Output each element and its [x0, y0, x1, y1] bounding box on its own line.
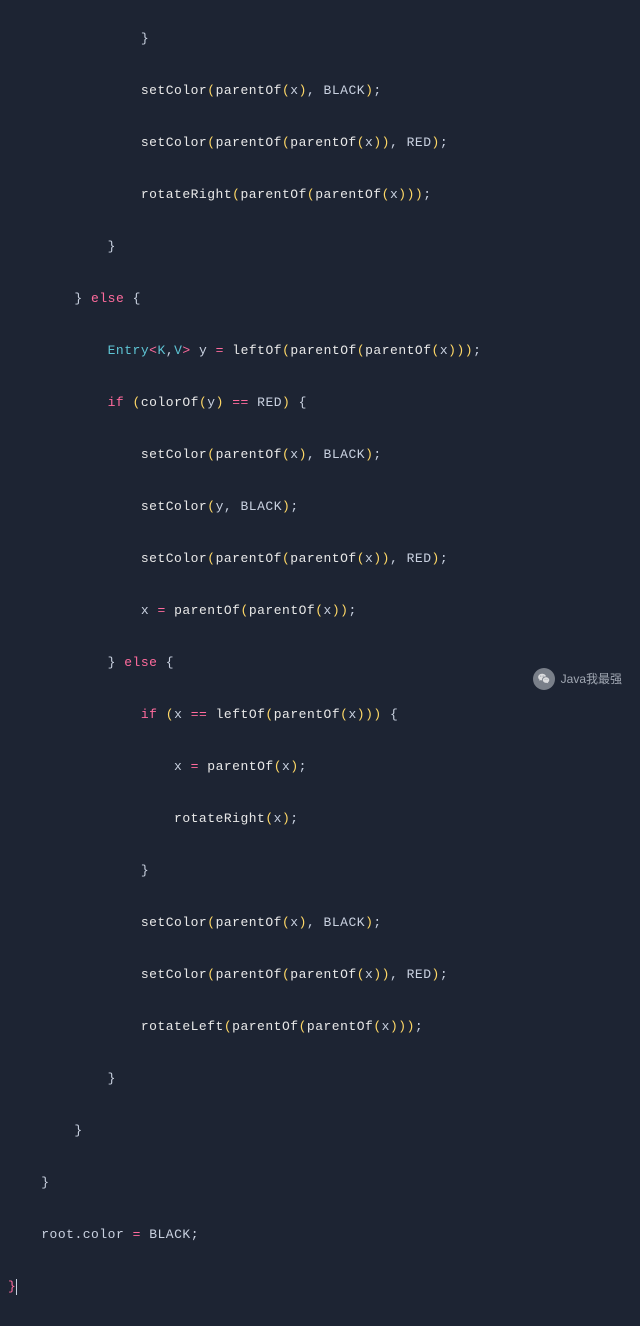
code-line: if (x == leftOf(parentOf(x))) {	[8, 702, 640, 728]
code-line: setColor(parentOf(parentOf(x)), RED);	[8, 546, 640, 572]
text-cursor	[16, 1279, 17, 1295]
fn-parentOf: parentOf	[216, 83, 282, 98]
var-root: root	[41, 1227, 74, 1242]
watermark-text: Java我最强	[561, 666, 622, 692]
code-line: if (colorOf(y) == RED) {	[8, 390, 640, 416]
wechat-icon	[533, 668, 555, 690]
code-line: setColor(parentOf(x), BLACK);	[8, 910, 640, 936]
code-line: }	[8, 1170, 640, 1196]
code-line: x = parentOf(x);	[8, 754, 640, 780]
type-Entry: Entry	[108, 343, 150, 358]
kw-else: else	[91, 291, 124, 306]
fn-rotateRight: rotateRight	[141, 187, 232, 202]
code-line: } else {	[8, 286, 640, 312]
code-line: rotateLeft(parentOf(parentOf(x)));	[8, 1014, 640, 1040]
code-block: } setColor(parentOf(x), BLACK); setColor…	[0, 0, 640, 1326]
kw-if: if	[108, 395, 125, 410]
code-line: x = parentOf(parentOf(x));	[8, 598, 640, 624]
code-line: setColor(parentOf(parentOf(x)), RED);	[8, 962, 640, 988]
code-line: }	[8, 1066, 640, 1092]
code-line: }	[8, 858, 640, 884]
brace-close: }	[141, 31, 149, 46]
code-line: root.color = BLACK;	[8, 1222, 640, 1248]
code-line: }	[8, 26, 640, 52]
code-line: Entry<K,V> y = leftOf(parentOf(parentOf(…	[8, 338, 640, 364]
code-line: rotateRight(parentOf(parentOf(x)));	[8, 182, 640, 208]
code-line: }	[8, 1274, 640, 1300]
code-line: setColor(parentOf(x), BLACK);	[8, 78, 640, 104]
code-line: }	[8, 1118, 640, 1144]
code-line: rotateRight(x);	[8, 806, 640, 832]
code-line: }	[8, 234, 640, 260]
code-line: setColor(y, BLACK);	[8, 494, 640, 520]
code-line: setColor(parentOf(x), BLACK);	[8, 442, 640, 468]
fn-rotateLeft: rotateLeft	[141, 1019, 224, 1034]
code-line: setColor(parentOf(parentOf(x)), RED);	[8, 130, 640, 156]
fn-colorOf: colorOf	[141, 395, 199, 410]
fn-leftOf: leftOf	[232, 343, 282, 358]
prop-color: color	[83, 1227, 125, 1242]
fn-setColor: setColor	[141, 83, 207, 98]
watermark: Java我最强	[533, 666, 622, 692]
